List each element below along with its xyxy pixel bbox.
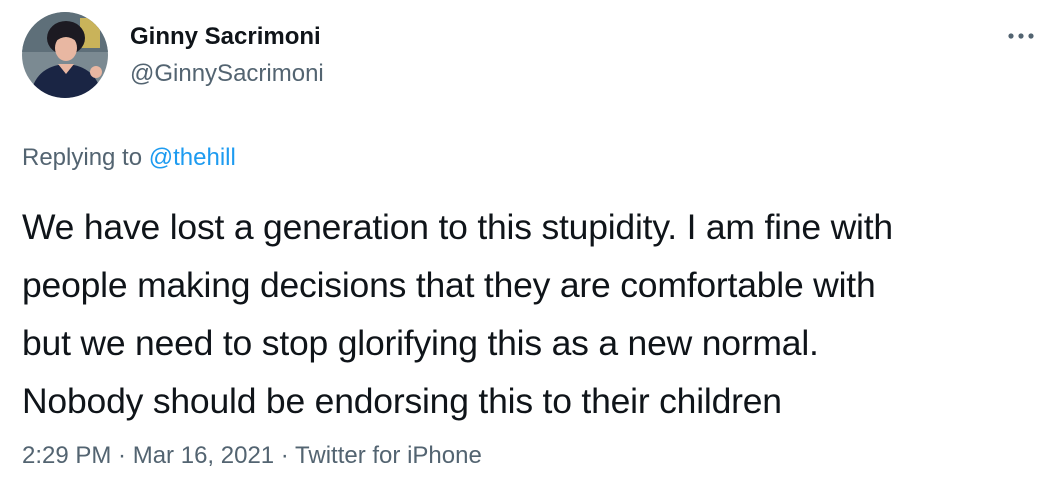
tweet-date[interactable]: Mar 16, 2021 <box>133 442 274 469</box>
tweet-source[interactable]: Twitter for iPhone <box>295 442 482 469</box>
tweet-header: Ginny Sacrimoni @GinnySacrimoni <box>22 12 1042 104</box>
user-names: Ginny Sacrimoni @GinnySacrimoni <box>130 25 324 86</box>
avatar-image <box>22 12 108 98</box>
more-options-icon[interactable] <box>1006 26 1036 46</box>
tweet-meta: 2:29 PM · Mar 16, 2021 · Twitter for iPh… <box>22 444 1042 468</box>
reply-mention-link[interactable]: @thehill <box>149 144 236 171</box>
avatar[interactable] <box>22 12 108 98</box>
tweet-text-line: but we need to stop glorifying this as a… <box>22 323 819 363</box>
tweet-text-line: Nobody should be endorsing this to their… <box>22 381 782 421</box>
replying-to: Replying to @thehill <box>22 146 1042 170</box>
tweet-text-line: We have lost a generation to this stupid… <box>22 207 893 247</box>
tweet-time[interactable]: 2:29 PM <box>22 442 111 469</box>
replying-to-label: Replying to <box>22 144 149 171</box>
tweet-text: We have lost a generation to this stupid… <box>22 198 1042 430</box>
display-name[interactable]: Ginny Sacrimoni <box>130 25 324 49</box>
tweet-card: Ginny Sacrimoni @GinnySacrimoni Replying… <box>0 0 1064 486</box>
user-handle[interactable]: @GinnySacrimoni <box>130 62 324 86</box>
meta-separator: · <box>111 442 133 469</box>
meta-separator: · <box>274 442 296 469</box>
tweet-text-line: people making decisions that they are co… <box>22 265 876 305</box>
